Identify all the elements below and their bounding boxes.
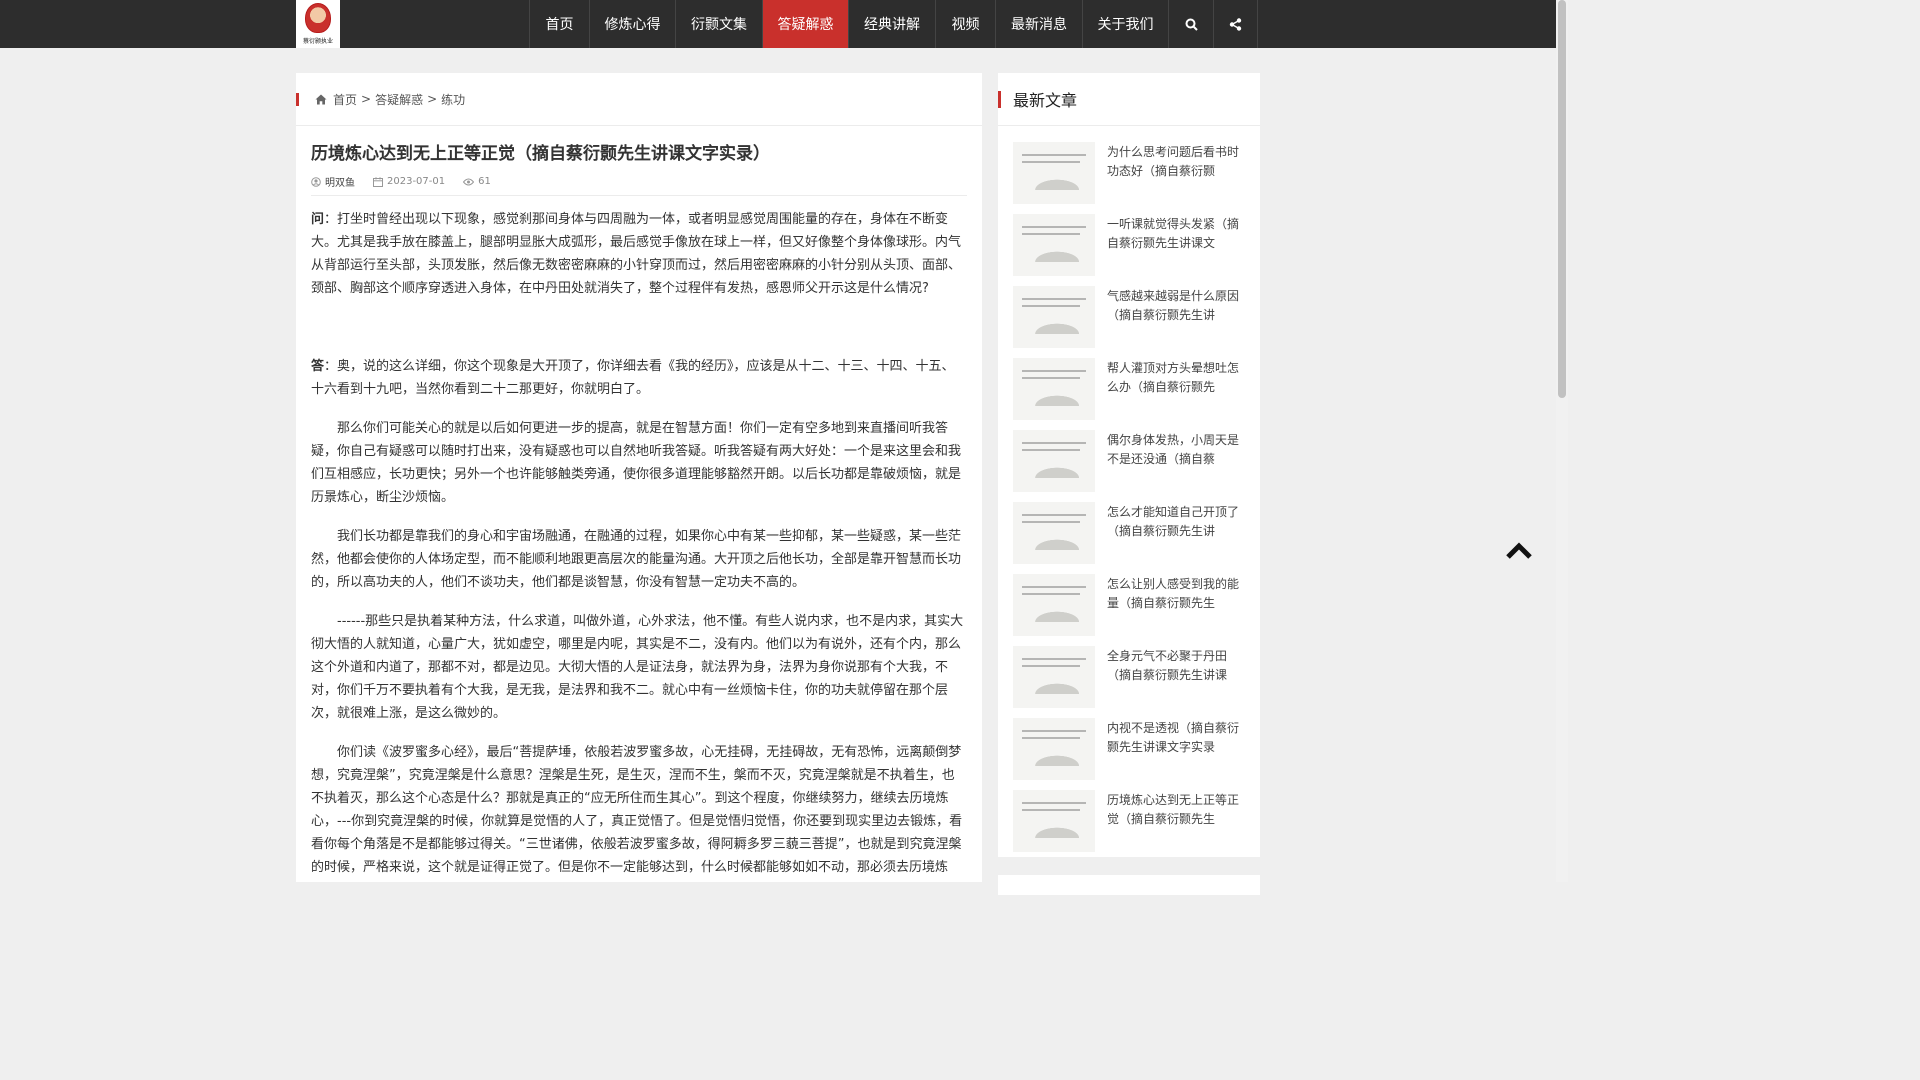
latest-articles-list: 为什么思考问题后看书时功态好（摘自蔡衍颢 一听课就觉得头发紧（摘自蔡衍颢先生讲课…	[998, 126, 1260, 852]
latest-articles-sidebar: 最新文章 为什么思考问题后看书时功态好（摘自蔡衍颢 一听课就觉得头发紧（摘自蔡衍…	[998, 73, 1260, 857]
list-item[interactable]: 帮人灌顶对方头晕想吐怎么办（摘自蔡衍颢先	[1013, 358, 1245, 420]
post-title[interactable]: 内视不是透视（摘自蔡衍颢先生讲课文字实录	[1107, 719, 1245, 780]
site-logo[interactable]: 蔡衍颢执业	[296, 0, 340, 48]
body-paragraph-1: 那么你们可能关心的就是以后如何更进一步的提高，就是在智慧方面！你们一定有空多地到…	[311, 421, 962, 505]
question-paragraph: 问：打坐时曾经出现以下现象，感觉刹那间身体与四周融为一体，或者明显感觉周围能量的…	[311, 208, 967, 300]
sidebar-title: 最新文章	[1013, 91, 1078, 110]
breadcrumb-accent	[296, 93, 299, 106]
post-thumbnail[interactable]	[1013, 502, 1095, 564]
breadcrumb-current-link[interactable]: 练功	[441, 91, 465, 108]
list-item[interactable]: 气感越来越弱是什么原因（摘自蔡衍颢先生讲	[1013, 286, 1245, 348]
user-icon	[311, 176, 321, 187]
home-icon	[315, 94, 327, 105]
nav-item-classics[interactable]: 经典讲解	[848, 0, 935, 48]
post-title[interactable]: 怎么让别人感受到我的能量（摘自蔡衍颢先生	[1107, 575, 1245, 636]
post-thumbnail[interactable]	[1013, 142, 1095, 204]
post-title[interactable]: 偶尔身体发热，小周天是不是还没通（摘自蔡	[1107, 431, 1245, 492]
search-button[interactable]	[1168, 0, 1213, 48]
post-title[interactable]: 帮人灌顶对方头晕想吐怎么办（摘自蔡衍颢先	[1107, 359, 1245, 420]
sidebar-next-panel	[998, 875, 1260, 895]
body-paragraph-4: 你们读《波罗蜜多心经》，最后“菩提萨埵，依般若波罗蜜多故，心无挂碍，无挂碍故，无…	[311, 745, 963, 875]
post-title[interactable]: 全身元气不必聚于丹田（摘自蔡衍颢先生讲课	[1107, 647, 1245, 708]
post-thumbnail[interactable]	[1013, 430, 1095, 492]
nav-item-news[interactable]: 最新消息	[995, 0, 1082, 48]
body-paragraph-2: 我们长功都是靠我们的身心和宇宙场融通，在融通的过程，如果你心中有某一些抑郁，某一…	[311, 529, 962, 590]
answer-label: 答	[311, 359, 325, 374]
article: 历境炼心达到无上正等正觉（摘自蔡衍颢先生讲课文字实录） 明双鱼 2023-07-…	[296, 142, 982, 879]
breadcrumb: 首页 > 答疑解惑 > 练功	[296, 73, 982, 126]
post-thumbnail[interactable]	[1013, 718, 1095, 780]
nav-item-home[interactable]: 首页	[529, 0, 589, 48]
nav-item-practice[interactable]: 修炼心得	[589, 0, 675, 48]
scrollbar-thumb[interactable]	[1558, 0, 1566, 398]
share-icon	[1229, 17, 1242, 31]
post-thumbnail[interactable]	[1013, 646, 1095, 708]
date-meta: 2023-07-01	[373, 176, 445, 187]
logo-portrait	[305, 3, 331, 33]
post-thumbnail[interactable]	[1013, 286, 1095, 348]
article-body: 问：打坐时曾经出现以下现象，感觉刹那间身体与四周融为一体，或者明显感觉周围能量的…	[311, 208, 967, 879]
breadcrumb-home-link[interactable]: 首页	[333, 91, 357, 108]
author-meta: 明双鱼	[311, 174, 355, 189]
views-meta: 61	[463, 176, 491, 187]
post-title[interactable]: 气感越来越弱是什么原因（摘自蔡衍颢先生讲	[1107, 287, 1245, 348]
article-date: 2023-07-01	[387, 176, 446, 187]
list-item[interactable]: 一听课就觉得头发紧（摘自蔡衍颢先生讲课文	[1013, 214, 1245, 276]
main-nav: 首页 修炼心得 衍颢文集 答疑解惑 经典讲解 视频 最新消息 关于我们	[529, 0, 1258, 48]
breadcrumb-separator: >	[361, 92, 372, 106]
sidebar-accent	[998, 91, 1001, 108]
post-title[interactable]: 一听课就觉得头发紧（摘自蔡衍颢先生讲课文	[1107, 215, 1245, 276]
top-navbar: 蔡衍颢执业 首页 修炼心得 衍颢文集 答疑解惑 经典讲解 视频 最新消息 关于我…	[0, 0, 1556, 48]
post-title[interactable]: 怎么才能知道自己开顶了（摘自蔡衍颢先生讲	[1107, 503, 1245, 564]
post-thumbnail[interactable]	[1013, 358, 1095, 420]
chevron-up-icon	[1506, 542, 1532, 559]
nav-item-qa[interactable]: 答疑解惑	[762, 0, 848, 48]
share-button[interactable]	[1213, 0, 1258, 48]
list-item[interactable]: 怎么才能知道自己开顶了（摘自蔡衍颢先生讲	[1013, 502, 1245, 564]
logo-text: 蔡衍颢执业	[302, 38, 333, 45]
post-thumbnail[interactable]	[1013, 790, 1095, 852]
answer-paragraph: 答：奥，说的这么详细，你这个现象是大开顶了，你详细去看《我的经历》，应该是从十二…	[311, 355, 967, 401]
article-meta: 明双鱼 2023-07-01 61	[311, 174, 967, 196]
post-thumbnail[interactable]	[1013, 214, 1095, 276]
post-thumbnail[interactable]	[1013, 574, 1095, 636]
nav-item-video[interactable]: 视频	[935, 0, 995, 48]
sidebar-header: 最新文章	[998, 73, 1260, 126]
body-paragraph-3: ------那些只是执着某种方法，什么求道，叫做外道，心外求法，他不懂。有些人说…	[311, 614, 964, 721]
question-label: 问	[311, 212, 325, 227]
question-text: ：打坐时曾经出现以下现象，感觉刹那间身体与四周融为一体，或者明显感觉周围能量的存…	[311, 212, 962, 296]
breadcrumb-category-link[interactable]: 答疑解惑	[375, 91, 423, 108]
page-scrollbar[interactable]	[1556, 0, 1568, 882]
calendar-icon	[373, 176, 383, 187]
post-title[interactable]: 为什么思考问题后看书时功态好（摘自蔡衍颢	[1107, 143, 1245, 204]
breadcrumb-separator: >	[427, 92, 438, 106]
list-item[interactable]: 历境炼心达到无上正等正觉（摘自蔡衍颢先生	[1013, 790, 1245, 852]
nav-item-collection[interactable]: 衍颢文集	[675, 0, 762, 48]
article-title: 历境炼心达到无上正等正觉（摘自蔡衍颢先生讲课文字实录）	[311, 144, 770, 164]
article-panel: 首页 > 答疑解惑 > 练功 历境炼心达到无上正等正觉（摘自蔡衍颢先生讲课文字实…	[296, 73, 982, 882]
answer-text: ：奥，说的这么详细，你这个现象是大开顶了，你详细去看《我的经历》，应该是从十二、…	[311, 359, 955, 397]
list-item[interactable]: 为什么思考问题后看书时功态好（摘自蔡衍颢	[1013, 142, 1245, 204]
search-icon	[1185, 18, 1198, 31]
article-views: 61	[478, 176, 491, 187]
nav-item-about[interactable]: 关于我们	[1082, 0, 1168, 48]
list-item[interactable]: 内视不是透视（摘自蔡衍颢先生讲课文字实录	[1013, 718, 1245, 780]
back-to-top-button[interactable]	[1506, 540, 1532, 564]
list-item[interactable]: 偶尔身体发热，小周天是不是还没通（摘自蔡	[1013, 430, 1245, 492]
list-item[interactable]: 怎么让别人感受到我的能量（摘自蔡衍颢先生	[1013, 574, 1245, 636]
eye-icon	[463, 178, 475, 185]
post-title[interactable]: 历境炼心达到无上正等正觉（摘自蔡衍颢先生	[1107, 791, 1245, 852]
article-author[interactable]: 明双鱼	[325, 174, 355, 189]
list-item[interactable]: 全身元气不必聚于丹田（摘自蔡衍颢先生讲课	[1013, 646, 1245, 708]
